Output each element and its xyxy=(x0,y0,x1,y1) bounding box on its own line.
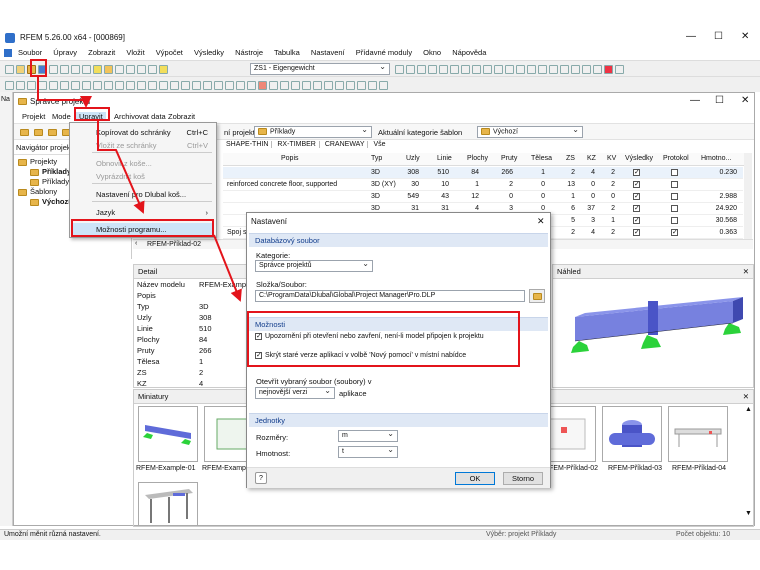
annotation-arrows xyxy=(37,77,242,302)
rfem-window: RFEM 5.26.00 x64 - [000869] — ☐ ✕ Soubor… xyxy=(0,0,760,570)
